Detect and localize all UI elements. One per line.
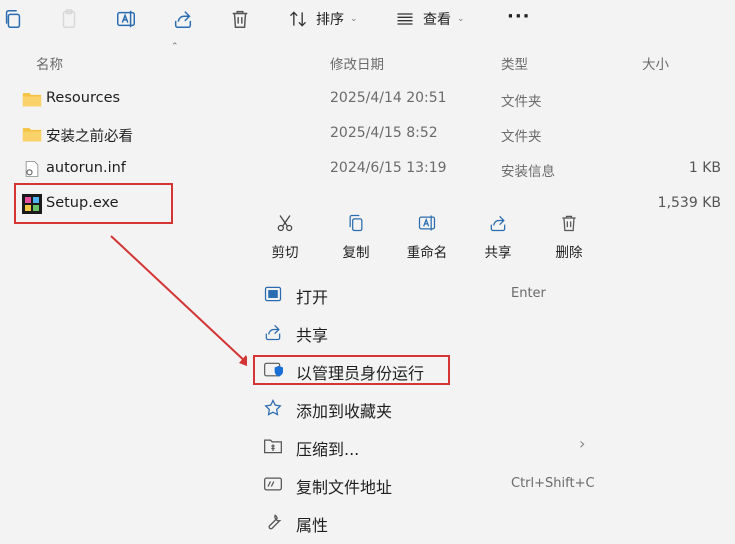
more-options-button[interactable]: ··· — [507, 6, 531, 27]
file-row[interactable]: 安装之前必看 2025/4/15 8:52 文件夹 — [0, 117, 735, 152]
view-button[interactable]: 查看 ⌄ — [395, 8, 465, 30]
cut-label: 剪切 — [271, 245, 299, 261]
menu-item-share[interactable]: 共享 — [261, 316, 601, 350]
folder-icon — [22, 128, 42, 142]
chevron-down-icon: ⌄ — [457, 14, 465, 24]
share-label: 共享 — [484, 245, 512, 261]
copy-icon — [349, 214, 363, 232]
setup-highlight-box — [14, 183, 173, 224]
sort-button[interactable]: 排序 ⌄ — [288, 8, 358, 30]
scissors-icon — [277, 215, 293, 232]
file-date: 2025/4/14 20:51 — [330, 90, 447, 106]
trash-icon[interactable] — [229, 8, 251, 30]
delete-button[interactable]: 删除 — [539, 213, 599, 261]
file-name: Resources — [46, 90, 121, 106]
share-icon — [265, 324, 281, 341]
share-icon — [490, 215, 506, 232]
menu-item-properties[interactable]: 属性 — [261, 506, 601, 540]
menu-item-compress[interactable]: 压缩到... › — [261, 430, 601, 464]
open-icon — [264, 286, 282, 302]
file-type: 文件夹 — [501, 94, 542, 110]
menu-item-label: 打开 — [296, 288, 329, 307]
chevron-right-icon: › — [579, 434, 586, 453]
wrench-icon — [268, 514, 282, 530]
menu-item-label: 复制文件地址 — [296, 478, 393, 497]
file-date: 2024/6/15 13:19 — [330, 160, 447, 176]
trash-icon — [562, 215, 576, 232]
file-type: 文件夹 — [501, 129, 542, 145]
menu-item-open[interactable]: 打开 Enter — [261, 278, 601, 312]
column-header-size[interactable]: 大小 — [642, 53, 669, 73]
file-name: 安装之前必看 — [46, 129, 133, 145]
share-button[interactable]: 共享 — [468, 213, 528, 261]
file-row[interactable]: autorun.inf 2024/6/15 13:19 安装信息 1 KB — [0, 152, 735, 187]
menu-item-label: 属性 — [296, 516, 329, 535]
menu-item-label: 添加到收藏夹 — [296, 402, 393, 421]
menu-item-label: 压缩到... — [296, 440, 360, 459]
copy-button[interactable]: 复制 — [326, 213, 386, 261]
sort-icon — [290, 11, 306, 27]
file-date: 2025/4/15 8:52 — [330, 125, 438, 141]
rename-icon — [418, 215, 436, 231]
delete-label: 删除 — [555, 245, 583, 261]
file-name: autorun.inf — [46, 160, 126, 176]
column-header-modified[interactable]: 修改日期 — [330, 53, 384, 73]
rename-icon[interactable] — [115, 8, 137, 30]
copy-path-icon — [264, 477, 282, 491]
menu-item-shortcut: Enter — [511, 286, 546, 301]
file-size: 1,539 KB — [657, 195, 721, 211]
cut-button[interactable]: 剪切 — [255, 213, 315, 261]
rename-button[interactable]: 重命名 — [397, 213, 457, 261]
paste-icon[interactable] — [58, 8, 80, 30]
share-icon[interactable] — [172, 8, 194, 30]
sort-label: 排序 — [316, 12, 344, 28]
copy-label: 复制 — [342, 245, 370, 261]
folder-icon — [22, 93, 42, 107]
file-row[interactable]: Resources 2025/4/14 20:51 文件夹 — [0, 82, 735, 117]
menu-item-shortcut: Ctrl+Shift+C — [511, 476, 595, 491]
column-header-name[interactable]: 名称 — [36, 53, 63, 73]
compress-icon — [264, 439, 282, 454]
menu-item-copy-path[interactable]: 复制文件地址 Ctrl+Shift+C — [261, 468, 601, 502]
star-icon — [264, 399, 282, 416]
copy-icon[interactable] — [2, 8, 24, 30]
column-header-type[interactable]: 类型 — [501, 53, 528, 73]
menu-item-label: 共享 — [296, 326, 329, 345]
run-as-admin-highlight-box — [253, 355, 450, 385]
file-type: 安装信息 — [501, 164, 555, 180]
view-label: 查看 — [423, 12, 451, 28]
menu-item-add-favorites[interactable]: 添加到收藏夹 — [261, 392, 601, 426]
chevron-down-icon: ⌄ — [350, 14, 358, 24]
settings-file-icon — [25, 161, 39, 177]
sort-caret-icon: ⌃ — [171, 42, 179, 52]
command-bar: 排序 ⌄ 查看 ⌄ ··· — [0, 0, 735, 40]
rename-label: 重命名 — [406, 245, 448, 261]
view-icon — [397, 13, 413, 25]
file-size: 1 KB — [688, 160, 721, 176]
